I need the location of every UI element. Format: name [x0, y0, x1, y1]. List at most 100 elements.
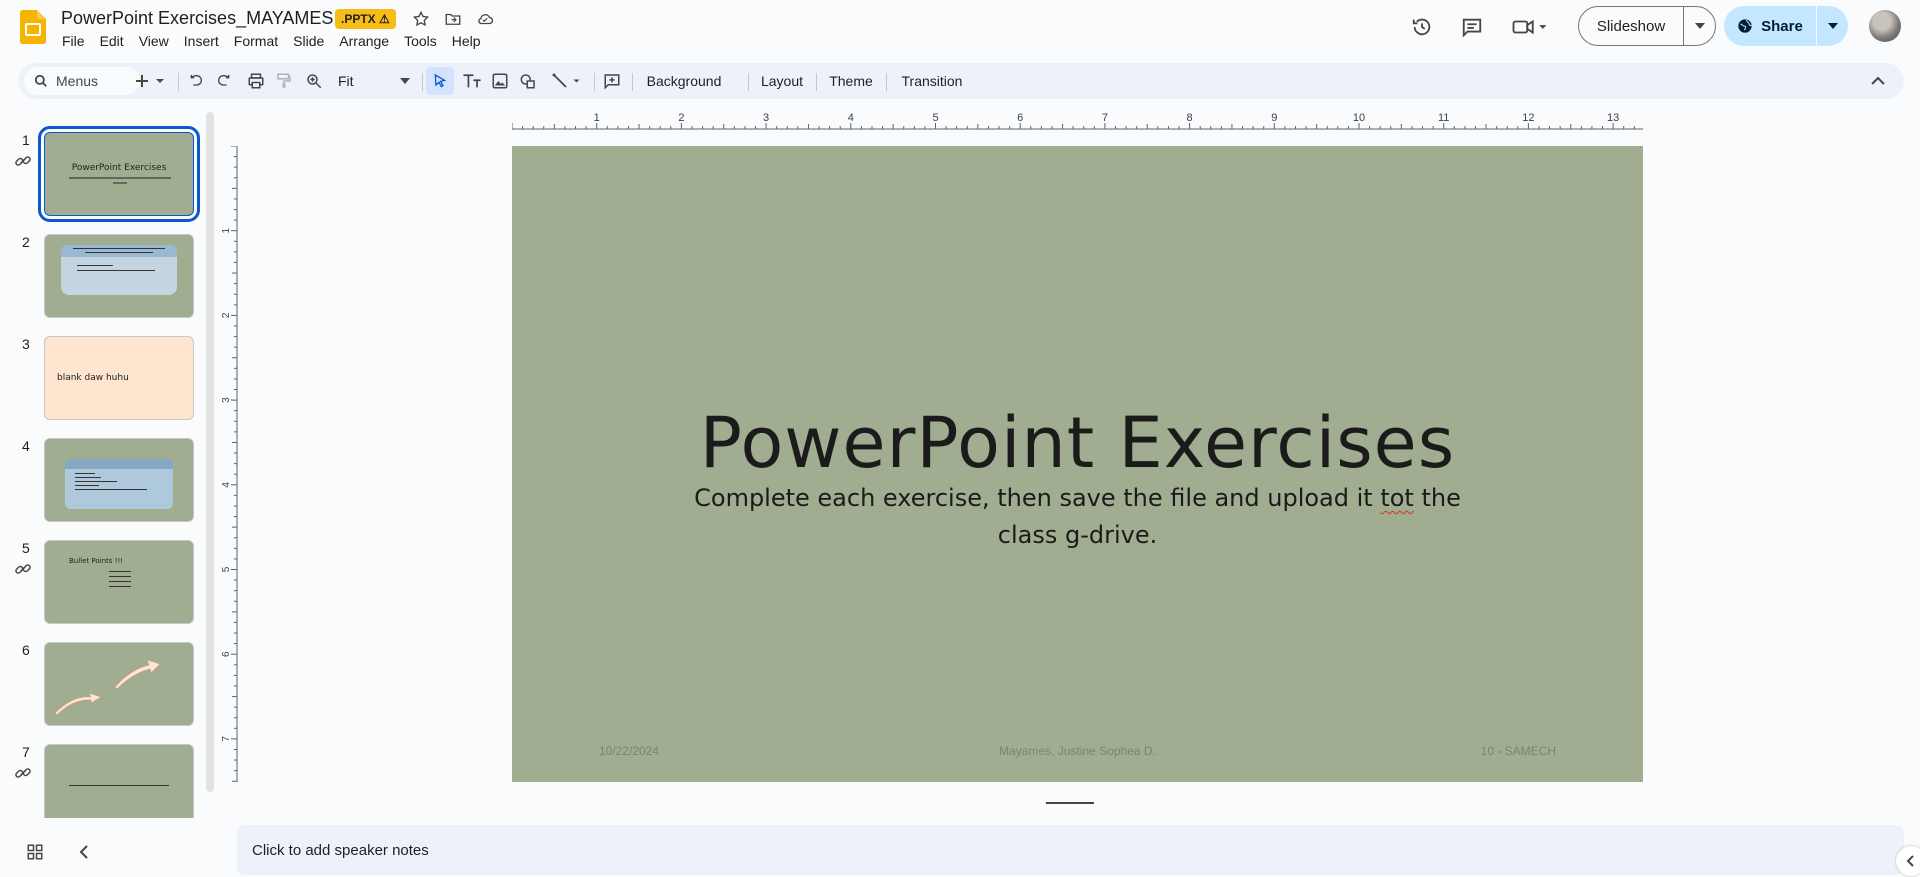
menu-search-box[interactable]: Menus	[24, 67, 140, 95]
redo-icon	[218, 74, 230, 86]
meet-camera-icon[interactable]	[1508, 12, 1552, 42]
print-button[interactable]	[242, 67, 270, 95]
filmstrip-slide-4[interactable]: 4	[0, 418, 216, 522]
paint-format-button[interactable]	[270, 67, 298, 95]
ruler-label: 4	[221, 482, 232, 488]
share-button[interactable]: Share	[1724, 6, 1816, 46]
menu-tools[interactable]: Tools	[397, 33, 445, 49]
plus-icon	[136, 75, 164, 87]
layout-button[interactable]: Layout	[756, 67, 808, 95]
link-icon	[15, 156, 31, 166]
filmstrip-slide-5[interactable]: 5 Bullet Points !!!	[0, 520, 216, 624]
account-avatar[interactable]	[1869, 10, 1901, 42]
print-icon	[248, 73, 264, 89]
select-tool-button[interactable]	[426, 67, 454, 95]
ruler-label: 6	[1017, 112, 1023, 124]
menu-view[interactable]: View	[132, 33, 177, 49]
ruler-label: 2	[678, 112, 684, 124]
cursor-icon	[434, 73, 447, 88]
line-tool-button[interactable]	[544, 67, 588, 95]
menu-format[interactable]: Format	[227, 33, 286, 49]
image-icon	[492, 73, 508, 89]
theme-button[interactable]: Theme	[824, 67, 878, 95]
horizontal-ruler[interactable]: 1 2 3 4 5 6 7 8 9 10 11 12 13	[512, 112, 1904, 130]
footer-name[interactable]: Mayames, Justine Sophea D.	[512, 744, 1643, 758]
new-slide-button[interactable]	[130, 67, 170, 95]
shape-button[interactable]	[514, 67, 542, 95]
zoom-icon	[307, 74, 322, 89]
side-panel-toggle[interactable]	[1896, 846, 1920, 876]
grid-view-button[interactable]	[26, 843, 44, 866]
slideshow-button[interactable]: Slideshow	[1579, 7, 1683, 45]
slide-subtitle[interactable]: Complete each exercise, then save the fi…	[662, 480, 1493, 554]
menu-edit[interactable]: Edit	[93, 33, 132, 49]
link-icon	[15, 564, 31, 574]
filmstrip-slide-7[interactable]: 7	[0, 724, 216, 818]
notes-resize-handle[interactable]	[1046, 802, 1094, 804]
background-label: Background	[646, 73, 722, 89]
collapse-toolbar-button[interactable]	[1864, 67, 1892, 95]
slides-logo-icon[interactable]	[20, 10, 46, 44]
chevron-down-icon	[1827, 23, 1838, 29]
file-format-badge[interactable]: .PPTX ⚠	[335, 9, 396, 29]
slideshow-options-button[interactable]	[1684, 7, 1715, 45]
menu-bar: File Edit View Insert Format Slide Arran…	[55, 33, 489, 49]
thumbnail-text-line	[69, 785, 169, 786]
star-icon[interactable]	[410, 8, 432, 30]
thumbnail-text-line	[75, 473, 95, 474]
footer-section[interactable]: 10 - SAMECH	[1481, 744, 1556, 758]
thumbnail-text-line	[77, 265, 113, 266]
slide-number: 5	[22, 540, 30, 556]
ruler-label: 9	[1271, 112, 1277, 124]
ruler-label: 5	[221, 566, 232, 572]
thumbnail-header-band	[65, 459, 173, 469]
misspelled-word[interactable]: tot	[1380, 484, 1414, 512]
move-folder-icon[interactable]	[442, 8, 464, 30]
share-button-group: Share	[1724, 6, 1848, 46]
menu-file[interactable]: File	[55, 33, 93, 49]
filmstrip-slide-1[interactable]: 1 PowerPoint Exercises	[0, 112, 216, 222]
collapse-filmstrip-button[interactable]	[78, 843, 90, 866]
redo-button[interactable]	[210, 67, 238, 95]
file-format-label: .PPTX	[341, 12, 376, 26]
cloud-saved-icon[interactable]	[474, 8, 496, 30]
zoom-select[interactable]: Fit	[332, 67, 416, 95]
menu-slide[interactable]: Slide	[286, 33, 332, 49]
insert-image-button[interactable]	[486, 67, 514, 95]
thumbnail-text-line	[109, 571, 131, 572]
background-button[interactable]: Background	[640, 67, 728, 95]
transition-button[interactable]: Transition	[894, 67, 970, 95]
ruler-label: 2	[221, 312, 232, 318]
thumbnail-text-line	[75, 477, 101, 478]
document-title[interactable]: PowerPoint Exercises_MAYAMES	[61, 8, 333, 29]
filmstrip-slide-6[interactable]: 6	[0, 622, 216, 726]
thumbnail-text-line	[69, 177, 171, 179]
comments-icon[interactable]	[1457, 12, 1487, 42]
add-comment-button[interactable]	[598, 67, 626, 95]
menu-arrange[interactable]: Arrange	[332, 33, 397, 49]
chevron-left-icon	[1906, 855, 1914, 867]
menu-insert[interactable]: Insert	[177, 33, 227, 49]
version-history-icon[interactable]	[1407, 12, 1437, 42]
thumbnail-text-line	[75, 485, 99, 486]
undo-button[interactable]	[182, 67, 210, 95]
menu-help[interactable]: Help	[445, 33, 489, 49]
shape-icon	[520, 74, 535, 89]
link-icon	[15, 768, 31, 778]
slide-canvas[interactable]: PowerPoint Exercises Complete each exerc…	[512, 146, 1643, 782]
chevron-down-icon	[1694, 23, 1705, 29]
filmstrip-scrollbar[interactable]	[206, 112, 214, 792]
zoom-button[interactable]	[300, 67, 328, 95]
filmstrip-slide-2[interactable]: 2	[0, 214, 216, 318]
thumbnail-text-line	[109, 581, 131, 582]
slide-thumbnail	[44, 234, 194, 318]
text-box-button[interactable]	[458, 67, 486, 95]
vertical-ruler[interactable]: 1 2 3 4 5 6 7	[220, 146, 238, 786]
speaker-notes[interactable]: Click to add speaker notes	[237, 825, 1904, 875]
thumbnail-text-line	[73, 248, 165, 249]
filmstrip-slide-3[interactable]: 3 blank daw huhu	[0, 316, 216, 420]
line-icon	[552, 73, 580, 88]
share-options-button[interactable]	[1817, 6, 1848, 46]
slide-thumbnail: Bullet Points !!!	[44, 540, 194, 624]
slide-title[interactable]: PowerPoint Exercises	[512, 402, 1643, 484]
